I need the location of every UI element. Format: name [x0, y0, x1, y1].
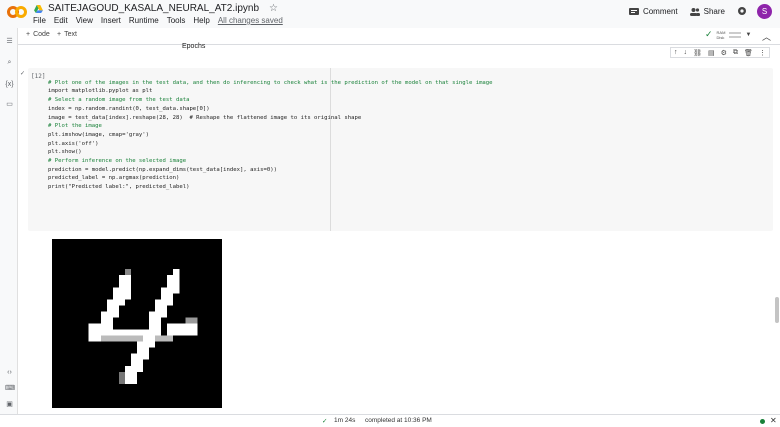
comment-icon [628, 7, 639, 15]
plus-icon: + [57, 31, 62, 38]
link-icon[interactable]: ⛓ [693, 49, 702, 57]
scrollbar-thumb[interactable] [775, 297, 779, 323]
avatar[interactable]: S [757, 4, 772, 19]
settings-gear-icon[interactable] [737, 6, 747, 18]
add-code-button[interactable]: + Code [26, 31, 50, 38]
connected-check-icon: ✓ [705, 29, 713, 39]
code-line: plt.show() [48, 149, 82, 156]
arrow-up-icon[interactable]: ↑ [674, 49, 678, 56]
table-of-contents-icon[interactable]: ☰ [5, 37, 14, 46]
folder-icon[interactable]: ▭ [5, 100, 14, 109]
code-line: prediction = model.predict(np.expand_dim… [48, 166, 278, 173]
code-line: import matplotlib.pyplot as plt [48, 88, 153, 95]
completion-time: completed at 10:36 PM [365, 417, 432, 424]
code-editor[interactable]: # Plot one of the images in the test dat… [48, 70, 493, 209]
arrow-down-icon[interactable]: ↓ [684, 49, 688, 56]
cell-toolbar: ↑ ↓ ⛓ ▤ ⚙ ⧉ 🗑 ⋮ [670, 47, 770, 58]
code-line: plt.imshow(image, cmap='gray') [48, 131, 150, 138]
save-status[interactable]: All changes saved [218, 16, 283, 25]
status-bar: ✓ 1m 24s completed at 10:36 PM ✕ [0, 414, 780, 427]
menu-file[interactable]: File [33, 16, 46, 25]
menu-view[interactable]: View [76, 16, 93, 25]
delete-icon[interactable]: 🗑 [744, 49, 753, 57]
comment-label: Comment [642, 7, 678, 16]
check-icon: ✓ [322, 418, 328, 425]
plot-axis-label: Epochs [182, 43, 206, 50]
app-header: SAITEJAGOUD_KASALA_NEURAL_AT2.ipynb ☆ Fi… [0, 0, 780, 28]
execution-duration: 1m 24s [334, 417, 356, 424]
command-palette-icon[interactable]: ⌨ [5, 384, 15, 393]
star-icon[interactable]: ☆ [269, 3, 278, 14]
execution-count: [12] [31, 73, 46, 80]
code-line: index = np.random.randint(0, test_data.s… [48, 105, 210, 112]
menu-help[interactable]: Help [193, 16, 209, 25]
resource-monitor[interactable]: ✓ RAM Disk ▼ [705, 29, 751, 40]
chevron-up-icon[interactable]: ︿ [762, 30, 771, 43]
drive-icon [34, 4, 43, 13]
gear-icon[interactable]: ⚙ [721, 49, 727, 57]
menu-insert[interactable]: Insert [101, 16, 121, 25]
close-icon[interactable]: ✕ [770, 416, 777, 425]
comment-icon[interactable]: ▤ [708, 49, 715, 57]
previous-output: Epochs [28, 43, 772, 58]
code-line: # Plot one of the images in the test dat… [48, 79, 493, 86]
mirror-cell-icon[interactable]: ⧉ [733, 49, 738, 57]
code-line: # Select a random image from the test da… [48, 97, 190, 104]
menu-tools[interactable]: Tools [167, 16, 186, 25]
code-line: predicted_label = np.argmax(prediction) [48, 175, 180, 182]
search-icon[interactable]: ⌕ [5, 58, 14, 67]
code-line: # Perform inference on the selected imag… [48, 158, 187, 165]
code-line: # Plot the image [48, 123, 102, 130]
menu-runtime[interactable]: Runtime [129, 16, 159, 25]
chevron-down-icon[interactable]: ▼ [745, 32, 751, 38]
notebook-toolbar: + Code + Text ✓ RAM Disk ▼ ︿ [0, 28, 780, 45]
code-line: print("Predicted label:", predicted_labe… [48, 184, 190, 191]
code-cell[interactable]: ✓ [12] # Plot one of the images in the t… [20, 68, 773, 231]
menu-edit[interactable]: Edit [54, 16, 68, 25]
colab-logo[interactable] [7, 6, 27, 18]
code-line: image = test_data[index].reshape(28, 28)… [48, 114, 362, 121]
menu-bar: File Edit View Insert Runtime Tools Help… [33, 16, 283, 25]
run-check-icon[interactable]: ✓ [20, 70, 25, 77]
add-text-button[interactable]: + Text [57, 31, 77, 38]
left-sidebar: ☰ ⌕ {x} ▭ ‹› ⌨ ▣ [0, 28, 18, 416]
share-label: Share [703, 7, 725, 16]
more-icon[interactable]: ⋮ [759, 49, 766, 57]
terminal-icon[interactable]: ▣ [5, 400, 14, 409]
resource-bars [729, 30, 742, 40]
share-button[interactable]: Share [689, 7, 725, 17]
plus-icon: + [26, 31, 31, 38]
variables-icon[interactable]: {x} [5, 80, 14, 89]
digit-image-output [52, 239, 222, 408]
code-line: plt.axis('off') [48, 140, 99, 147]
code-snippets-icon[interactable]: ‹› [5, 368, 14, 377]
status-dot-icon [760, 419, 765, 424]
notebook-title[interactable]: SAITEJAGOUD_KASALA_NEURAL_AT2.ipynb [48, 3, 259, 14]
people-icon [689, 7, 700, 16]
digit-image [52, 239, 222, 408]
comment-button[interactable]: Comment [628, 7, 678, 17]
